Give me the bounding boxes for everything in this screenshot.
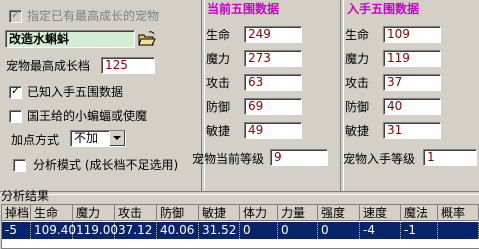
column-header[interactable]: 速度: [360, 205, 401, 221]
stat-label-def: 防御: [206, 100, 231, 114]
column-header[interactable]: 力量: [278, 205, 318, 221]
table-row[interactable]: -5 109.40 119.00 37.12 40.06 31.52 0 0 0…: [2, 222, 479, 239]
stat-label-hp: 生命: [206, 28, 231, 42]
current-stats-title: 当前五围数据: [207, 2, 280, 16]
open-folder-button[interactable]: [138, 30, 156, 48]
stat-label-atk: 攻击: [345, 76, 370, 90]
column-header[interactable]: 强度: [318, 205, 360, 221]
checkmark-icon: ✓: [11, 84, 21, 97]
results-title: 分析结果: [1, 189, 50, 203]
king-gift-checkbox[interactable]: [9, 110, 22, 123]
max-growth-field[interactable]: 125: [101, 57, 155, 74]
initial-stats-title: 入手五围数据: [347, 2, 420, 16]
specify-pet-label: 指定已有最高成长的宠物: [27, 9, 160, 23]
specify-pet-checkbox[interactable]: ✓: [9, 8, 22, 23]
stat-label-agi: 敏捷: [345, 124, 370, 138]
checkmark-icon: ✓: [11, 8, 21, 21]
column-header[interactable]: 体力: [240, 205, 278, 221]
table-cell: 0: [318, 222, 360, 239]
initial-level-field[interactable]: 1: [423, 149, 477, 166]
stat-label-mp: 魔力: [206, 52, 231, 66]
table-cell: 40.06: [157, 222, 199, 239]
known-stats-label: 已知入手五围数据: [27, 85, 124, 99]
options-panel: ✓ 指定已有最高成长的宠物 改造水蝌蚪 宠物最高成长档 125 ✓ 已知入手五围…: [0, 0, 200, 191]
dropdown-button[interactable]: [109, 131, 125, 146]
table-cell: 109.40: [31, 222, 76, 239]
pet-name-field[interactable]: 改造水蝌蚪: [5, 30, 135, 48]
chevron-down-icon: [113, 136, 121, 140]
initial-def-field[interactable]: 40: [383, 98, 441, 115]
known-stats-checkbox[interactable]: ✓: [9, 84, 22, 99]
analysis-mode-label: 分析模式 (成长档不足选用): [33, 158, 179, 172]
table-cell: 119.00: [73, 222, 118, 239]
add-method-select[interactable]: 不加: [70, 130, 126, 147]
table-cell: -4: [360, 222, 401, 239]
results-table[interactable]: 掉档 生命 魔力 攻击 防御 敏捷 体力 力量 强度 速度 魔法 概率 -5 1…: [1, 204, 479, 249]
stat-label-mp: 魔力: [345, 52, 370, 66]
column-header[interactable]: 概率: [438, 205, 479, 221]
column-header[interactable]: 防御: [157, 205, 199, 221]
table-cell: [438, 222, 479, 239]
current-stats-group: 当前五围数据 生命 249 魔力 273 攻击 63 防御 69 敏捷 49 宠…: [192, 0, 340, 191]
stat-label-atk: 攻击: [206, 76, 231, 90]
initial-atk-field[interactable]: 37: [383, 74, 441, 91]
table-cell: -5: [2, 222, 31, 239]
table-cell: 37.12: [115, 222, 157, 239]
table-cell: 0: [278, 222, 318, 239]
current-level-label: 宠物当前等级: [192, 152, 265, 166]
initial-level-label: 宠物入手等级: [343, 152, 416, 166]
current-atk-field[interactable]: 63: [244, 74, 302, 91]
results-separator: [0, 191, 479, 195]
column-header[interactable]: 魔法: [401, 205, 438, 221]
column-header[interactable]: 敏捷: [199, 205, 240, 221]
table-cell: 0: [240, 222, 278, 239]
table-cell: -1: [401, 222, 438, 239]
max-growth-label: 宠物最高成长档: [6, 59, 91, 73]
initial-agi-field[interactable]: 31: [383, 122, 441, 139]
table-cell: 31.52: [199, 222, 240, 239]
analysis-mode-checkbox[interactable]: [13, 159, 26, 172]
stat-label-def: 防御: [345, 100, 370, 114]
add-method-label: 加点方式: [11, 133, 60, 147]
stat-label-agi: 敏捷: [206, 124, 231, 138]
current-level-field[interactable]: 9: [270, 149, 328, 166]
king-gift-label: 国王给的小蝙蝠或使魔: [27, 109, 148, 123]
current-agi-field[interactable]: 49: [244, 122, 302, 139]
current-hp-field[interactable]: 249: [244, 26, 302, 43]
folder-open-icon: [138, 31, 156, 46]
column-header[interactable]: 攻击: [115, 205, 157, 221]
current-def-field[interactable]: 69: [244, 98, 302, 115]
initial-mp-field[interactable]: 119: [383, 50, 441, 67]
current-mp-field[interactable]: 273: [244, 50, 302, 67]
column-header[interactable]: 魔力: [73, 205, 115, 221]
column-header[interactable]: 掉档: [2, 205, 31, 221]
column-header[interactable]: 生命: [31, 205, 73, 221]
initial-hp-field[interactable]: 109: [383, 26, 441, 43]
stat-label-hp: 生命: [345, 28, 370, 42]
initial-stats-group: 入手五围数据 生命 109 魔力 119 攻击 37 防御 40 敏捷 31 宠…: [343, 0, 479, 191]
